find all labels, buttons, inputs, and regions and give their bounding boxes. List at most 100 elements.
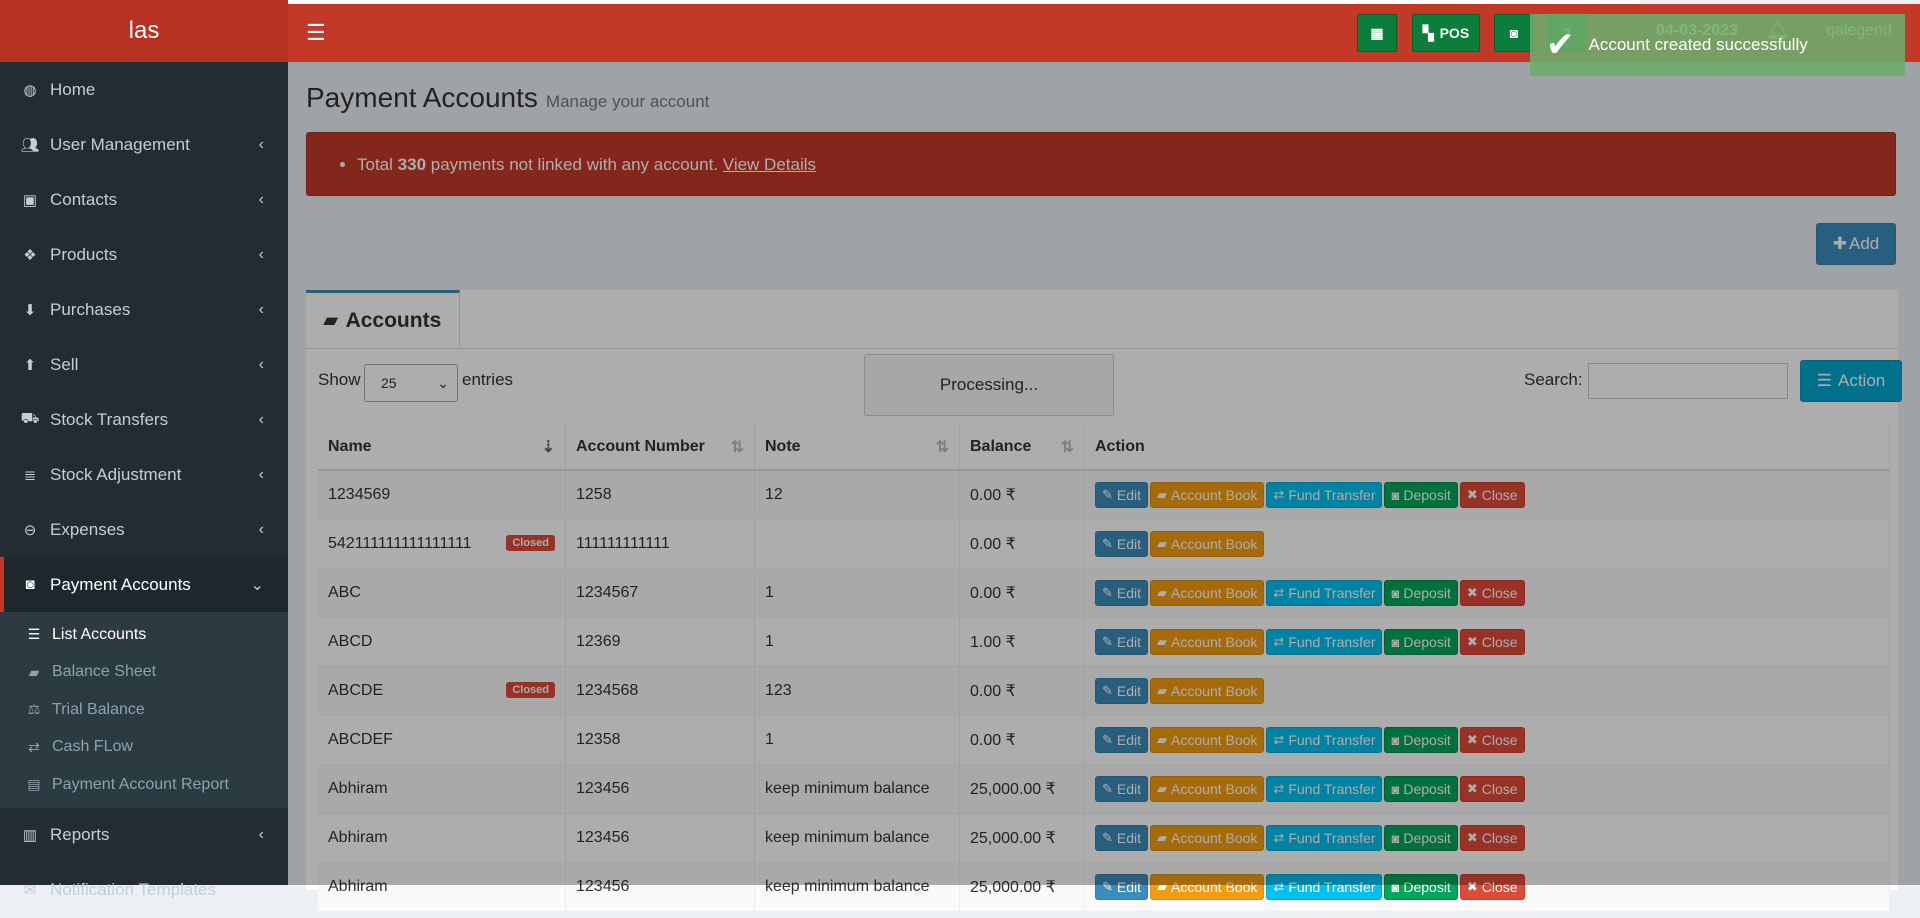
account-book-button[interactable]: ▰ Account Book <box>1150 482 1265 508</box>
edit-button[interactable]: ✎ Edit <box>1095 727 1149 753</box>
money-icon: ◙ <box>1391 879 1400 895</box>
col-account-number[interactable]: Account Number ⇅ <box>565 424 755 471</box>
edit-button[interactable]: ✎ Edit <box>1095 580 1149 606</box>
cell-account-number: 1234568 <box>565 666 755 716</box>
sidebar-item-payment-accounts[interactable]: ◙ Payment Accounts ⌄ <box>0 557 288 612</box>
sidebar-item-reports[interactable]: ▥ Reports ‹ <box>0 808 288 863</box>
deposit-button[interactable]: ◙ Deposit <box>1384 482 1458 508</box>
account-book-button[interactable]: ▰ Account Book <box>1150 874 1265 900</box>
edit-button[interactable]: ✎ Edit <box>1095 482 1149 508</box>
bars-icon[interactable]: ☰ <box>306 20 326 46</box>
fund-transfer-button[interactable]: ⇄ Fund Transfer <box>1266 727 1383 753</box>
exchange-icon: ⇄ <box>28 738 40 755</box>
search-input[interactable] <box>1588 363 1788 399</box>
cell-balance: 25,000.00 ₹ <box>959 813 1085 863</box>
col-note[interactable]: Note ⇅ <box>754 424 960 471</box>
fund-transfer-button[interactable]: ⇄ Fund Transfer <box>1266 580 1383 606</box>
deposit-button[interactable]: ◙ Deposit <box>1384 629 1458 655</box>
account-book-button[interactable]: ▰ Account Book <box>1150 727 1265 753</box>
fund-transfer-button[interactable]: ⇄ Fund Transfer <box>1266 776 1383 802</box>
sidebar-item-notification-templates[interactable]: ✉︎ Notification Templates <box>0 863 288 918</box>
sidebar-item-home[interactable]: ◍ Home <box>0 62 288 117</box>
close-account-button[interactable]: ✖ Close <box>1459 629 1525 655</box>
close-account-button[interactable]: ✖ Close <box>1459 727 1525 753</box>
add-account-button[interactable]: ✚ Add <box>1816 223 1896 265</box>
deposit-button[interactable]: ◙ Deposit <box>1384 580 1458 606</box>
submenu-item-trial-balance[interactable]: ⚖︎ Trial Balance <box>0 691 288 729</box>
page-title-text: Payment Accounts <box>306 82 538 113</box>
deposit-button[interactable]: ◙ Deposit <box>1384 825 1458 851</box>
fund-transfer-button[interactable]: ⇄ Fund Transfer <box>1266 629 1383 655</box>
minus-circle-icon: ⊖ <box>23 521 37 539</box>
submenu-item-list-accounts[interactable]: ☰ List Accounts <box>0 616 288 654</box>
action-button[interactable]: ☰ Action <box>1800 360 1902 402</box>
close-account-button[interactable]: ✖ Close <box>1459 874 1525 900</box>
account-book-button[interactable]: ▰ Account Book <box>1150 776 1265 802</box>
fund-transfer-label: Fund Transfer <box>1288 732 1376 748</box>
edit-button[interactable]: ✎ Edit <box>1095 825 1149 851</box>
account-book-label: Account Book <box>1171 830 1258 846</box>
sidebar-item-label: Stock Adjustment <box>50 464 182 484</box>
submenu-item-payment-account-report[interactable]: ▤ Payment Account Report <box>0 766 288 804</box>
deposit-button[interactable]: ◙ Deposit <box>1384 874 1458 900</box>
col-balance[interactable]: Balance ⇅ <box>959 424 1085 471</box>
edit-button[interactable]: ✎ Edit <box>1095 678 1149 704</box>
edit-button[interactable]: ✎ Edit <box>1095 531 1149 557</box>
fund-transfer-button[interactable]: ⇄ Fund Transfer <box>1266 482 1383 508</box>
submenu-item-cash-flow[interactable]: ⇄ Cash FLow <box>0 729 288 767</box>
sidebar-item-stock-transfers[interactable]: ⛟ Stock Transfers ‹ <box>0 392 288 447</box>
cell-actions: ✎ Edit ▰ Account Book ⇄ Fund Transfer ◙ Deposit… <box>1084 715 1890 765</box>
account-book-button[interactable]: ▰ Account Book <box>1150 629 1265 655</box>
view-details-link[interactable]: View Details <box>723 155 816 174</box>
tab-accounts[interactable]: ▰ Accounts <box>306 290 460 348</box>
chevron-left-icon: ‹ <box>258 826 264 843</box>
col-name[interactable]: Name ⇣ <box>318 424 566 471</box>
processing-indicator: Processing... <box>864 354 1114 416</box>
sidebar-item-stock-adjustment[interactable]: ≣ Stock Adjustment ‹ <box>0 447 288 502</box>
cell-actions: ✎ Edit ▰ Account Book ⇄ Fund Transfer ◙ Deposit… <box>1084 813 1890 863</box>
sidebar-item-contacts[interactable]: ▣ Contacts ‹ <box>0 172 288 227</box>
close-account-button[interactable]: ✖ Close <box>1459 580 1525 606</box>
brand-logo[interactable]: las <box>0 0 288 62</box>
account-name: Abhiram <box>328 829 388 846</box>
fund-transfer-button[interactable]: ⇄ Fund Transfer <box>1266 874 1383 900</box>
book-icon: ▰ <box>1157 683 1168 698</box>
edit-button[interactable]: ✎ Edit <box>1095 874 1149 900</box>
sidebar-item-purchases[interactable]: ⬇ Purchases ‹ <box>0 282 288 337</box>
close-icon: ✖ <box>1466 487 1478 502</box>
tab-bar: ▰ Accounts <box>306 290 1898 349</box>
calculator-button[interactable]: ▦ <box>1357 14 1397 52</box>
exchange-icon: ⇄ <box>1273 781 1285 796</box>
fund-transfer-label: Fund Transfer <box>1288 781 1376 797</box>
chevron-left-icon: ‹ <box>258 135 264 153</box>
deposit-button[interactable]: ◙ Deposit <box>1384 776 1458 802</box>
close-account-button[interactable]: ✖ Close <box>1459 825 1525 851</box>
edit-button[interactable]: ✎ Edit <box>1095 776 1149 802</box>
sidebar-item-user-management[interactable]: 👥︎ User Management ‹ <box>0 117 288 172</box>
sidebar-item-expenses[interactable]: ⊖ Expenses ‹ <box>0 502 288 557</box>
sidebar-item-products[interactable]: ❖ Products ‹ <box>0 227 288 282</box>
sidebar: las ◍ Home 👥︎ User Management ‹ ▣ Contacts ‹ ❖ Pr… <box>0 0 288 899</box>
page-size-select[interactable]: 25 ⌄ <box>364 364 458 402</box>
submenu-item-balance-sheet[interactable]: ▰ Balance Sheet <box>0 654 288 692</box>
account-book-button[interactable]: ▰ Account Book <box>1150 531 1265 557</box>
close-account-button[interactable]: ✖ Close <box>1459 482 1525 508</box>
exchange-icon: ⇄ <box>1273 634 1285 649</box>
status-badge: Closed <box>506 682 555 698</box>
cell-actions: ✎ Edit ▰ Account Book ⇄ Fund Transfer ◙ Deposit… <box>1084 617 1890 667</box>
deposit-button[interactable]: ◙ Deposit <box>1384 727 1458 753</box>
account-book-button[interactable]: ▰ Account Book <box>1150 580 1265 606</box>
sidebar-item-sell[interactable]: ⬆ Sell ‹ <box>0 337 288 392</box>
file-text-icon: ▤ <box>27 776 41 793</box>
close-account-button[interactable]: ✖ Close <box>1459 776 1525 802</box>
pos-button[interactable]: ▚ POS <box>1412 14 1480 52</box>
fund-transfer-button[interactable]: ⇄ Fund Transfer <box>1266 825 1383 851</box>
cash-register-button[interactable]: ◙ <box>1494 14 1534 52</box>
account-book-button[interactable]: ▰ Account Book <box>1150 825 1265 851</box>
edit-button[interactable]: ✎ Edit <box>1095 629 1149 655</box>
cell-actions: ✎ Edit ▰ Account Book <box>1084 666 1890 716</box>
account-book-button[interactable]: ▰ Account Book <box>1150 678 1265 704</box>
success-toast[interactable]: ✔ Account created successfully <box>1530 14 1905 76</box>
book-icon: ▰ <box>1157 781 1168 796</box>
money-icon: ◙ <box>1391 585 1400 601</box>
